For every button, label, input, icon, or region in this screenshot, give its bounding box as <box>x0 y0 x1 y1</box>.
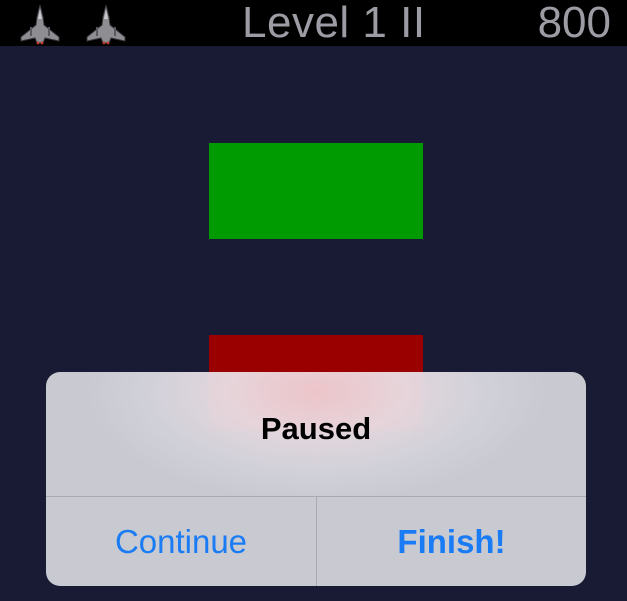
continue-button[interactable]: Continue <box>46 497 316 586</box>
game-screen: Level 1 II 800 Paused Continue Finish! <box>0 0 627 601</box>
hud-bar: Level 1 II 800 <box>0 0 627 47</box>
level-title: Level 1 II <box>242 0 426 47</box>
green-block <box>209 143 423 239</box>
life-jet-icon <box>18 3 62 45</box>
life-jet-icon <box>84 3 128 45</box>
score-display: 800 <box>537 0 611 47</box>
pause-dialog: Paused Continue Finish! <box>46 372 586 586</box>
pause-dialog-title: Paused <box>260 411 372 446</box>
finish-button[interactable]: Finish! <box>317 497 586 586</box>
